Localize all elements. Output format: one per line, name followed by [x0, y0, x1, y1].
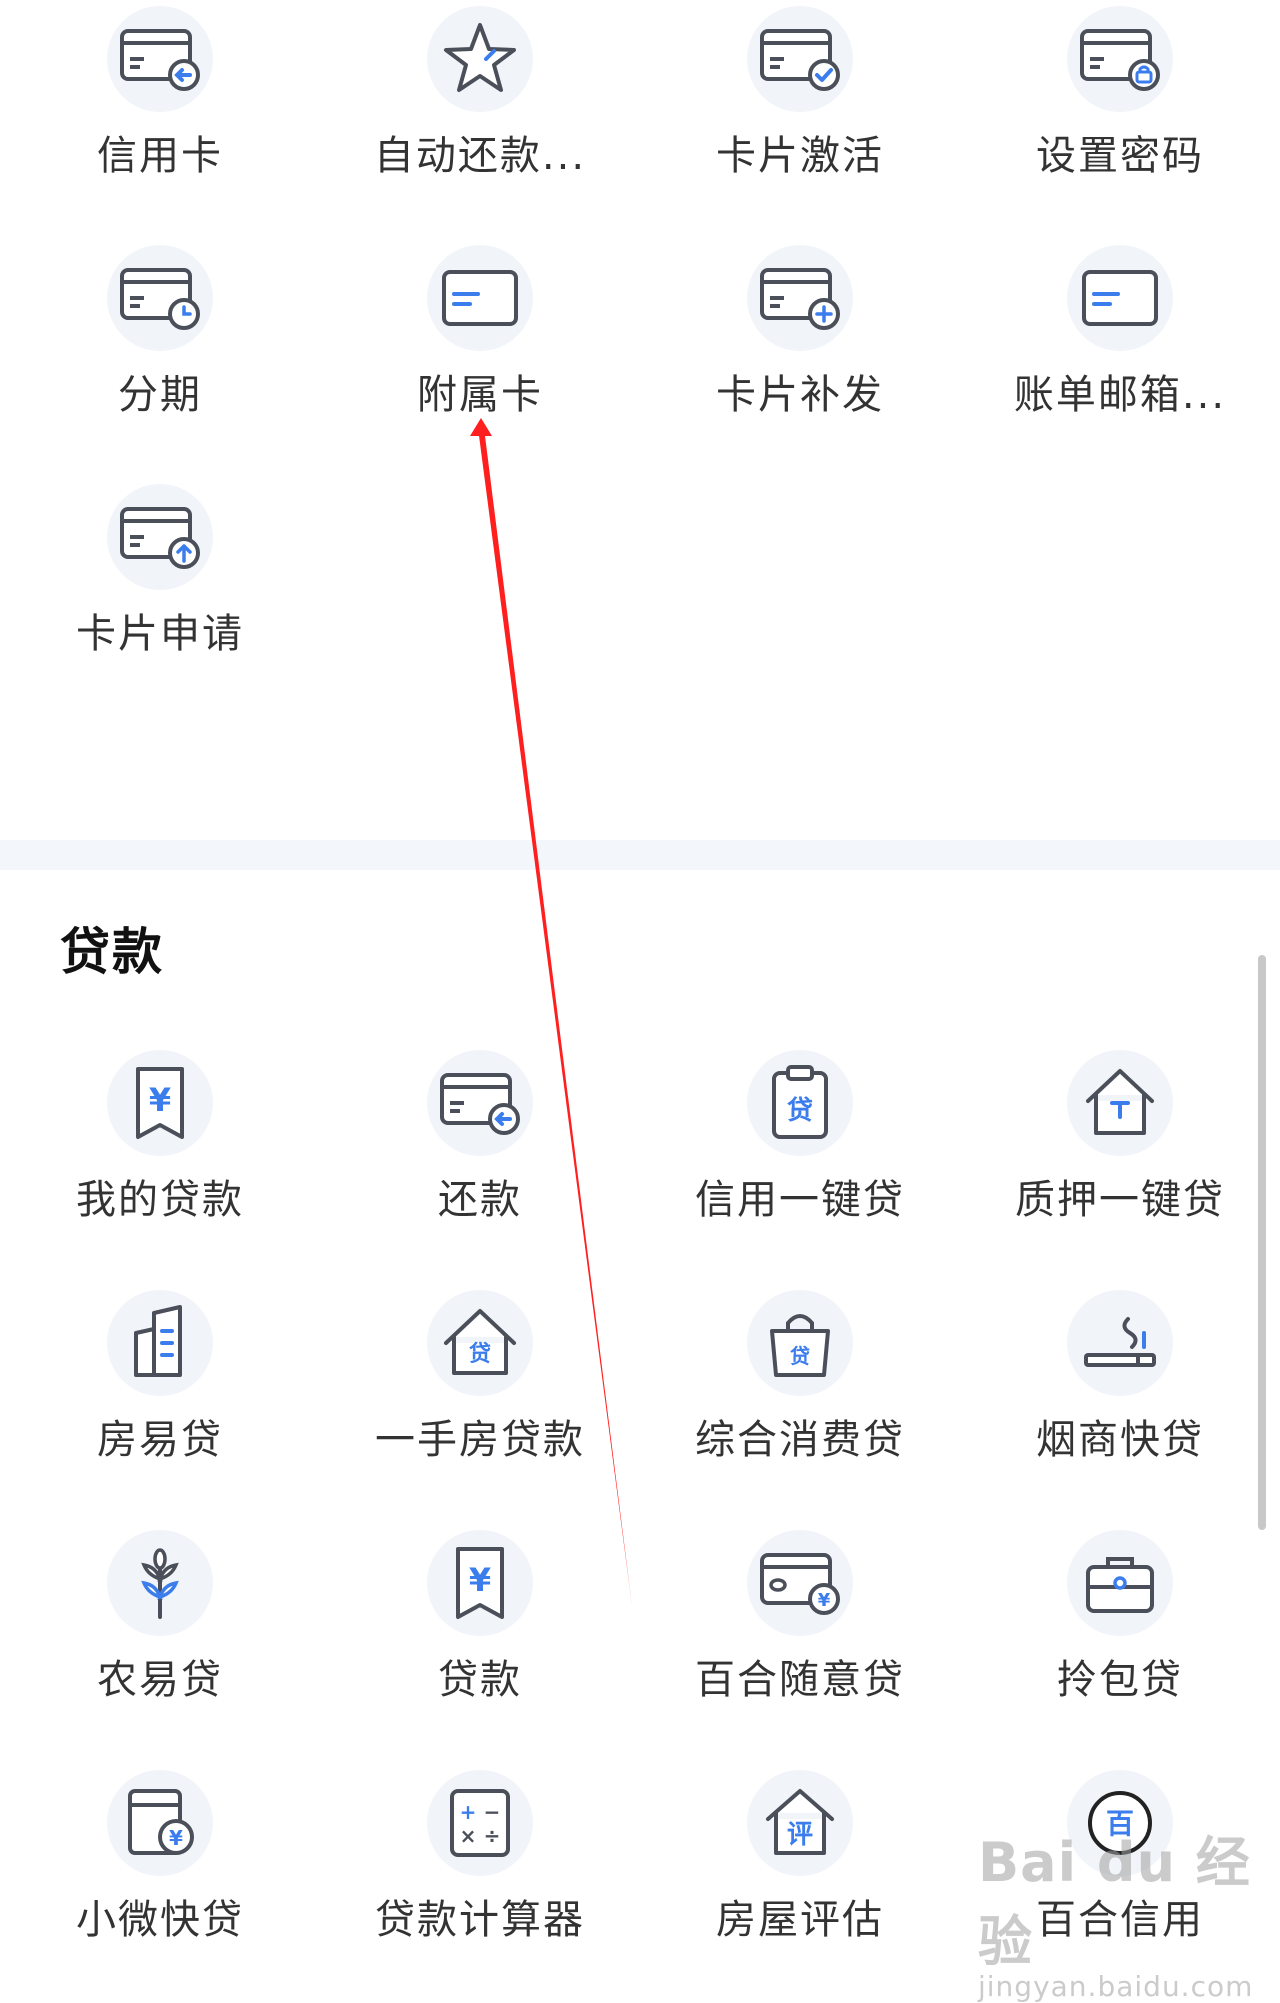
service-label: 分期: [118, 372, 202, 418]
yuan-glyph: ¥: [169, 1826, 183, 1850]
yuan-bookmark-icon: ¥: [107, 1050, 213, 1156]
loan-consumer[interactable]: 贷 综合消费贷: [640, 1290, 960, 1520]
loan-label: 烟商快贷: [1036, 1417, 1204, 1463]
service-set-password[interactable]: 设置密码: [960, 6, 1280, 236]
briefcase-icon: [1067, 1530, 1173, 1636]
loan-label: 房易贷: [97, 1417, 223, 1463]
loan-label: 贷款: [438, 1657, 522, 1703]
document-yuan-icon: ¥: [107, 1770, 213, 1876]
watermark-url: jingyan.baidu.com: [978, 1970, 1254, 2003]
service-credit-card[interactable]: 信用卡: [0, 6, 320, 236]
loan-label: 质押一键贷: [1015, 1177, 1225, 1223]
card-icon: [1067, 245, 1173, 351]
yuan-glyph: ¥: [818, 1590, 831, 1611]
service-bill-email[interactable]: 账单邮箱...: [960, 245, 1280, 475]
yuan-bookmark-icon: ¥: [427, 1530, 533, 1636]
service-card-application[interactable]: 卡片申请: [0, 484, 320, 714]
loan-glyph: 贷: [469, 1341, 491, 1367]
loan-tobacco-merchant[interactable]: 烟商快贷: [960, 1290, 1280, 1520]
service-card-reissue[interactable]: 卡片补发: [640, 245, 960, 475]
service-label: 附属卡: [417, 372, 543, 418]
loan-pledge-one-click[interactable]: 质押一键贷: [960, 1050, 1280, 1280]
service-label: 账单邮箱...: [1013, 372, 1227, 418]
section-divider: [0, 840, 1280, 870]
yuan-glyph: ¥: [469, 1561, 491, 1599]
card-plus-icon: [747, 245, 853, 351]
loan-label: 贷款计算器: [375, 1897, 585, 1943]
loan-label: 农易贷: [97, 1657, 223, 1703]
cigarette-icon: [1067, 1290, 1173, 1396]
loan-my-loans[interactable]: ¥ 我的贷款: [0, 1050, 320, 1280]
baidu-watermark: Bai du 经验 jingyan.baidu.com: [978, 1818, 1278, 2003]
calculator-icon: + − × ÷: [427, 1770, 533, 1876]
yuan-glyph: ¥: [149, 1081, 171, 1119]
scrollbar[interactable]: [1258, 955, 1266, 1530]
loan-label: 拎包贷: [1057, 1657, 1183, 1703]
house-pawn-icon: [1067, 1050, 1173, 1156]
loan-label: 小微快贷: [76, 1897, 244, 1943]
card-icon: [427, 245, 533, 351]
card-lock-icon: [1067, 6, 1173, 112]
watermark-logo: Bai du 经验: [978, 1831, 1251, 1973]
loan-label: 还款: [438, 1177, 522, 1223]
loan-label: 综合消费贷: [695, 1417, 905, 1463]
loan-first-hand-house[interactable]: 贷 一手房贷款: [320, 1290, 640, 1520]
loan-section-title: 贷款: [60, 923, 164, 981]
svg-text:−: −: [484, 1800, 501, 1824]
building-icon: [107, 1290, 213, 1396]
star-icon: [427, 6, 533, 112]
service-label: 自动还款...: [373, 133, 587, 179]
house-loan-icon: 贷: [427, 1290, 533, 1396]
card-clock-icon: [107, 245, 213, 351]
clipboard-loan-icon: 贷: [747, 1050, 853, 1156]
loan-general[interactable]: ¥ 贷款: [320, 1530, 640, 1760]
svg-text:÷: ÷: [484, 1824, 501, 1848]
card-return-icon: [427, 1050, 533, 1156]
service-installment[interactable]: 分期: [0, 245, 320, 475]
evaluate-glyph: 评: [787, 1820, 813, 1850]
service-label: 卡片申请: [76, 611, 244, 657]
card-upload-icon: [107, 484, 213, 590]
loan-linbao[interactable]: 拎包贷: [960, 1530, 1280, 1760]
service-supplementary-card[interactable]: 附属卡: [320, 245, 640, 475]
wheat-icon: [107, 1530, 213, 1636]
shopping-bag-loan-icon: 贷: [747, 1290, 853, 1396]
house-evaluate-icon: 评: [747, 1770, 853, 1876]
loan-glyph: 贷: [790, 1344, 810, 1368]
loan-label: 信用一键贷: [695, 1177, 905, 1223]
loan-agriculture[interactable]: 农易贷: [0, 1530, 320, 1760]
svg-text:×: ×: [460, 1824, 477, 1848]
loan-glyph: 贷: [787, 1095, 813, 1126]
loan-label: 一手房贷款: [375, 1417, 585, 1463]
loan-label: 百合随意贷: [695, 1657, 905, 1703]
svg-text:+: +: [460, 1800, 477, 1824]
loan-label: 房屋评估: [716, 1897, 884, 1943]
card-return-icon: [107, 6, 213, 112]
loan-repayment[interactable]: 还款: [320, 1050, 640, 1280]
loan-credit-one-click[interactable]: 贷 信用一键贷: [640, 1050, 960, 1280]
card-check-icon: [747, 6, 853, 112]
loan-baihe-suiyi[interactable]: ¥ 百合随意贷: [640, 1530, 960, 1760]
service-label: 信用卡: [97, 133, 223, 179]
service-card-activation[interactable]: 卡片激活: [640, 6, 960, 236]
card-yuan-icon: ¥: [747, 1530, 853, 1636]
service-label: 设置密码: [1036, 133, 1204, 179]
loan-label: 我的贷款: [76, 1177, 244, 1223]
service-auto-repay[interactable]: 自动还款...: [320, 6, 640, 236]
service-label: 卡片激活: [716, 133, 884, 179]
loan-fangyi[interactable]: 房易贷: [0, 1290, 320, 1520]
service-label: 卡片补发: [716, 372, 884, 418]
